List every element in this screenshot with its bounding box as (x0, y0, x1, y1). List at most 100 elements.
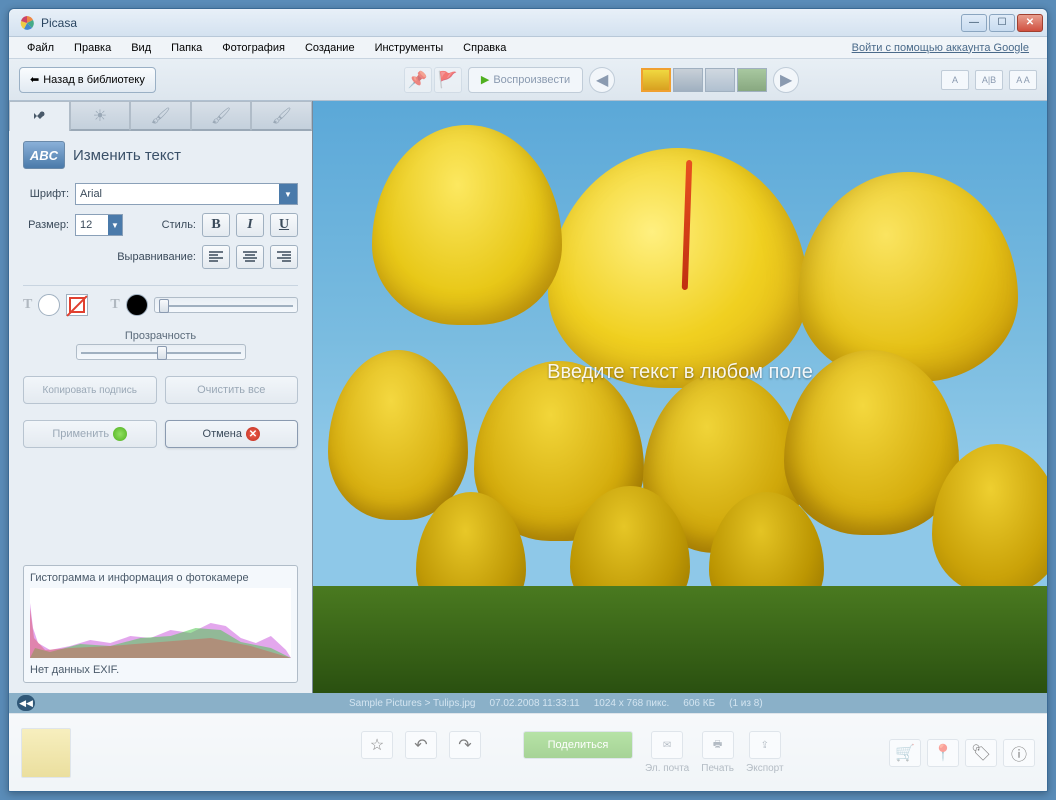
star-button[interactable]: ☆ (361, 731, 393, 759)
edit-sidebar: ☀ 🖌 🖌 🖌 ABC Изменить текст Шрифт: Arial … (9, 101, 313, 693)
opacity-label: Прозрачность (23, 330, 298, 342)
menu-folder[interactable]: Папка (161, 40, 212, 56)
apply-button[interactable]: Применить (23, 420, 157, 448)
status-path: Sample Pictures > Tulips.jpg (349, 698, 475, 709)
size-label: Размер: (23, 219, 69, 231)
window-title: Picasa (41, 16, 961, 30)
menu-file[interactable]: Файл (17, 40, 64, 56)
arrow-left-icon: ⬅ (30, 73, 39, 86)
tab-effects-2[interactable]: 🖌 (191, 101, 252, 131)
menu-create[interactable]: Создание (295, 40, 365, 56)
main-area: ☀ 🖌 🖌 🖌 ABC Изменить текст Шрифт: Arial … (9, 101, 1047, 693)
bold-button[interactable]: B (202, 213, 230, 237)
fill-color-label: T (23, 297, 32, 313)
geotag-button[interactable]: 📍 (927, 739, 959, 767)
picasa-logo-icon (19, 15, 35, 31)
thumbnail-strip (641, 68, 767, 92)
menu-edit[interactable]: Правка (64, 40, 121, 56)
email-button[interactable]: ✉ (651, 731, 683, 759)
copy-caption-button[interactable]: Копировать подпись (23, 376, 157, 404)
thumbnail[interactable] (641, 68, 671, 92)
zoom-mode-a[interactable]: A (941, 70, 969, 90)
share-button[interactable]: Поделиться (523, 731, 633, 759)
zoom-mode-aa[interactable]: A A (1009, 70, 1037, 90)
info-button[interactable]: ⓘ (1003, 739, 1035, 767)
menu-view[interactable]: Вид (121, 40, 161, 56)
collapse-tray-button[interactable]: ◀◀ (17, 695, 35, 711)
app-window: Picasa — ☐ ✕ Файл Правка Вид Папка Фотог… (8, 8, 1048, 792)
export-label: Экспорт (746, 763, 784, 774)
status-bar: ◀◀ Sample Pictures > Tulips.jpg 07.02.20… (9, 693, 1047, 713)
menu-tools[interactable]: Инструменты (365, 40, 454, 56)
rotate-left-button[interactable]: ↶ (405, 731, 437, 759)
thumbnail[interactable] (673, 68, 703, 92)
exif-text: Нет данных EXIF. (30, 664, 291, 676)
photo-canvas[interactable]: Введите текст в любом поле (313, 101, 1047, 693)
export-button[interactable]: ⇪ (749, 731, 781, 759)
font-label: Шрифт: (23, 188, 69, 200)
histogram-title: Гистограмма и информация о фотокамере (30, 572, 291, 584)
outline-width-slider[interactable] (154, 297, 298, 313)
align-center-button[interactable] (236, 245, 264, 269)
zoom-mode-ab[interactable]: A|B (975, 70, 1003, 90)
text-tool-icon: ABC (23, 141, 65, 169)
text-edit-panel: ABC Изменить текст Шрифт: Arial Размер: … (9, 131, 312, 693)
thumbnail[interactable] (705, 68, 735, 92)
tab-basic-fixes[interactable] (9, 101, 70, 131)
close-icon: ✕ (246, 427, 260, 441)
status-date: 07.02.2008 11:33:11 (489, 698, 579, 709)
next-photo-button[interactable]: ▶ (773, 67, 799, 93)
align-left-button[interactable] (202, 245, 230, 269)
style-label: Стиль: (158, 219, 196, 231)
tab-tuning[interactable]: ☀ (70, 101, 131, 131)
print-label: Печать (701, 763, 734, 774)
maximize-button[interactable]: ☐ (989, 14, 1015, 32)
sun-icon: ☀ (93, 106, 107, 126)
edit-tabs: ☀ 🖌 🖌 🖌 (9, 101, 312, 131)
pin-icon[interactable]: 📌 (404, 67, 432, 93)
minimize-button[interactable]: — (961, 14, 987, 32)
tray-thumbnail[interactable] (21, 728, 71, 778)
histogram-graph (30, 588, 291, 658)
menu-help[interactable]: Справка (453, 40, 516, 56)
histogram-box: Гистограмма и информация о фотокамере Не… (23, 565, 298, 683)
brush-icon: 🖌 (150, 106, 170, 126)
cancel-button[interactable]: Отмена✕ (165, 420, 299, 448)
tag-button[interactable]: 🏷 (965, 739, 997, 767)
no-fill-swatch[interactable] (66, 294, 88, 316)
flag-icon[interactable]: 🚩 (434, 67, 462, 93)
panel-title: Изменить текст (73, 147, 181, 164)
print-button[interactable]: 🖶 (702, 731, 734, 759)
italic-button[interactable]: I (236, 213, 264, 237)
toolbar: ⬅ Назад в библиотеку 📌 🚩 ▶ Воспроизвести… (9, 59, 1047, 101)
status-size: 606 КБ (683, 698, 715, 709)
play-slideshow-button[interactable]: ▶ Воспроизвести (468, 67, 583, 93)
fill-color-swatch[interactable] (38, 294, 60, 316)
font-select[interactable]: Arial (75, 183, 298, 205)
signin-link[interactable]: Войти с помощью аккаунта Google (842, 40, 1039, 56)
status-index: (1 из 8) (729, 698, 763, 709)
close-button[interactable]: ✕ (1017, 14, 1043, 32)
tab-effects-3[interactable]: 🖌 (251, 101, 312, 131)
menu-photo[interactable]: Фотография (212, 40, 295, 56)
photo-image: Введите текст в любом поле (313, 101, 1047, 693)
email-label: Эл. почта (645, 763, 689, 774)
align-right-button[interactable] (270, 245, 298, 269)
underline-button[interactable]: U (270, 213, 298, 237)
tab-effects-1[interactable]: 🖌 (130, 101, 191, 131)
text-placeholder[interactable]: Введите текст в любом поле (547, 361, 813, 384)
back-to-library-button[interactable]: ⬅ Назад в библиотеку (19, 67, 156, 93)
opacity-slider[interactable] (76, 344, 246, 360)
prev-photo-button[interactable]: ◀ (589, 67, 615, 93)
shop-button[interactable]: 🛒 (889, 739, 921, 767)
brush-icon: 🖌 (272, 106, 292, 126)
rotate-right-button[interactable]: ↷ (449, 731, 481, 759)
play-icon: ▶ (481, 73, 489, 86)
thumbnail[interactable] (737, 68, 767, 92)
size-select[interactable]: 12 (75, 214, 123, 236)
status-dims: 1024 x 768 пикс. (594, 698, 670, 709)
outline-color-swatch[interactable] (126, 294, 148, 316)
clear-all-button[interactable]: Очистить все (165, 376, 299, 404)
align-label: Выравнивание: (116, 251, 196, 263)
bottom-toolbar: ☆ ↶ ↷ Поделиться ✉ Эл. почта 🖶 Печать ⇪ Экс… (9, 713, 1047, 791)
